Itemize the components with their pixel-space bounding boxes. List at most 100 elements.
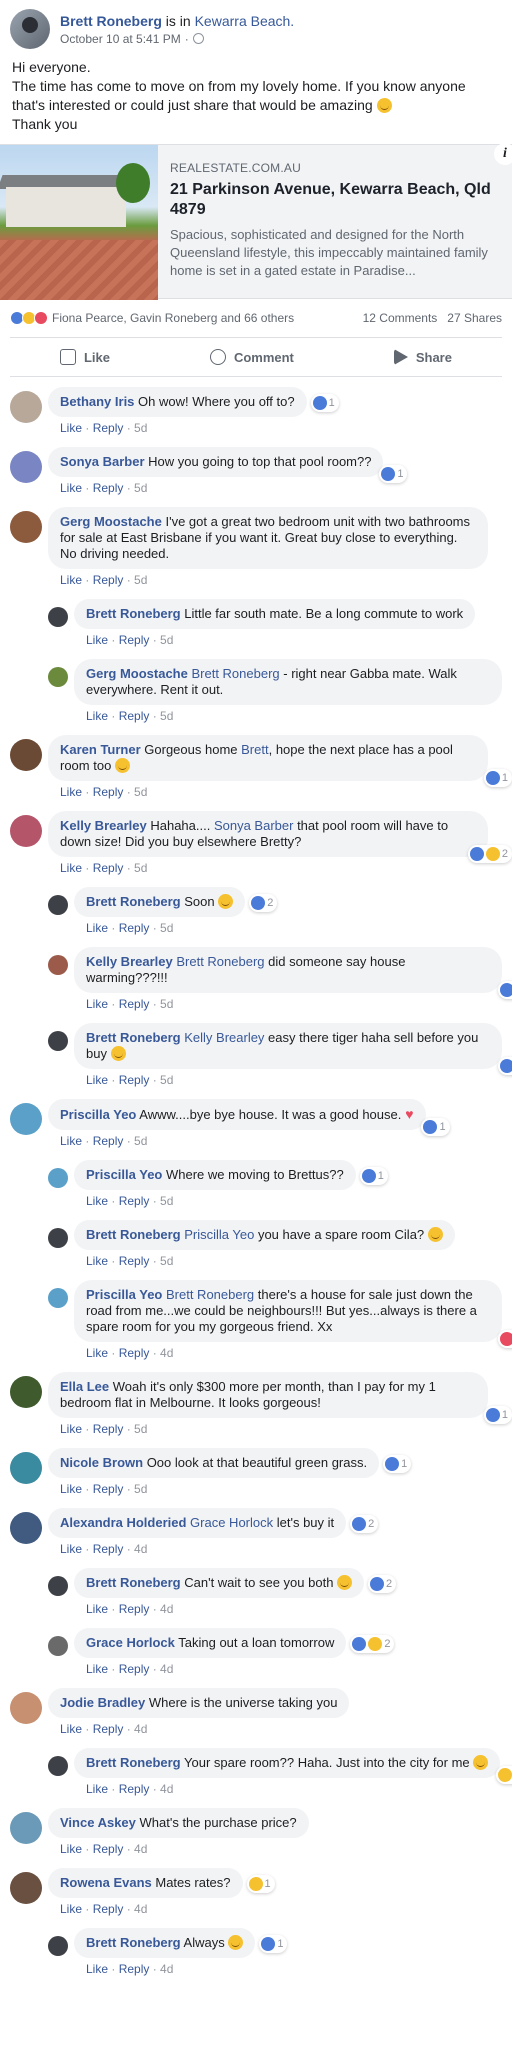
- comment-time[interactable]: 5d: [134, 861, 147, 875]
- comment-like-link[interactable]: Like: [60, 861, 82, 875]
- commenter-avatar[interactable]: [48, 1936, 68, 1956]
- commenter-name[interactable]: Priscilla Yeo: [86, 1287, 162, 1302]
- comment-reply-link[interactable]: Reply: [119, 1782, 150, 1796]
- commenter-name[interactable]: Grace Horlock: [86, 1635, 175, 1650]
- comment-reply-link[interactable]: Reply: [93, 481, 124, 495]
- mention-link[interactable]: Brett Roneberg: [173, 954, 264, 969]
- commenter-name[interactable]: Kelly Brearley: [86, 954, 173, 969]
- location-link[interactable]: Kewarra Beach.: [195, 13, 295, 29]
- comment-time[interactable]: 5d: [160, 997, 173, 1011]
- comment-count[interactable]: 12 Comments: [363, 311, 438, 325]
- commenter-name[interactable]: Gerg Moostache: [86, 666, 188, 681]
- comment-reply-link[interactable]: Reply: [119, 1962, 150, 1976]
- comment-time[interactable]: 4d: [160, 1782, 173, 1796]
- comment-reply-link[interactable]: Reply: [119, 1346, 150, 1360]
- commenter-avatar[interactable]: [48, 667, 68, 687]
- comment-reply-link[interactable]: Reply: [119, 1254, 150, 1268]
- author-avatar[interactable]: [10, 9, 50, 49]
- reaction-badge[interactable]: 1: [379, 465, 408, 483]
- comment-time[interactable]: 5d: [134, 1134, 147, 1148]
- commenter-avatar[interactable]: [10, 391, 42, 423]
- reaction-badge[interactable]: 1: [496, 1766, 512, 1784]
- comment-reply-link[interactable]: Reply: [119, 1073, 150, 1087]
- commenter-avatar[interactable]: [10, 1512, 42, 1544]
- mention-link[interactable]: Brett Roneberg: [162, 1287, 254, 1302]
- comment-like-link[interactable]: Like: [86, 1602, 108, 1616]
- comment-reply-link[interactable]: Reply: [93, 1842, 124, 1856]
- link-title[interactable]: 21 Parkinson Avenue, Kewarra Beach, Qld …: [170, 180, 502, 220]
- commenter-avatar[interactable]: [48, 1168, 68, 1188]
- commenter-name[interactable]: Rowena Evans: [60, 1875, 152, 1890]
- reaction-badge[interactable]: 1: [359, 1166, 388, 1185]
- comment-like-link[interactable]: Like: [60, 1542, 82, 1556]
- commenter-name[interactable]: Nicole Brown: [60, 1455, 143, 1470]
- post-timestamp[interactable]: October 10 at 5:41 PM: [60, 32, 181, 46]
- commenter-name[interactable]: Brett Roneberg: [86, 1755, 181, 1770]
- commenter-avatar[interactable]: [10, 815, 42, 847]
- comment-time[interactable]: 4d: [160, 1962, 173, 1976]
- info-icon[interactable]: i: [494, 143, 512, 165]
- comment-reply-link[interactable]: Reply: [119, 633, 150, 647]
- reaction-people[interactable]: Fiona Pearce, Gavin Roneberg and 66 othe…: [52, 311, 294, 325]
- comment-reply-link[interactable]: Reply: [93, 785, 124, 799]
- comment-time[interactable]: 5d: [134, 573, 147, 587]
- comment-time[interactable]: 5d: [134, 1422, 147, 1436]
- comment-like-link[interactable]: Like: [86, 633, 108, 647]
- commenter-avatar[interactable]: [48, 1636, 68, 1656]
- mention-link[interactable]: Kelly Brearley: [181, 1030, 264, 1045]
- comment-time[interactable]: 5d: [160, 633, 173, 647]
- comment-like-link[interactable]: Like: [86, 1194, 108, 1208]
- mention-link[interactable]: Priscilla Yeo: [181, 1227, 254, 1242]
- comment-time[interactable]: 5d: [160, 1254, 173, 1268]
- commenter-name[interactable]: Brett Roneberg: [86, 606, 181, 621]
- reaction-badge[interactable]: 1: [246, 1874, 275, 1893]
- comment-like-link[interactable]: Like: [86, 1073, 108, 1087]
- commenter-avatar[interactable]: [10, 739, 42, 771]
- commenter-avatar[interactable]: [48, 1228, 68, 1248]
- comment-reply-link[interactable]: Reply: [119, 997, 150, 1011]
- comment-reply-link[interactable]: Reply: [93, 1134, 124, 1148]
- mention-link[interactable]: Sonya Barber: [214, 818, 294, 833]
- commenter-avatar[interactable]: [48, 955, 68, 975]
- commenter-name[interactable]: Brett Roneberg: [86, 1227, 181, 1242]
- commenter-name[interactable]: Brett Roneberg: [86, 1935, 181, 1950]
- commenter-avatar[interactable]: [48, 1576, 68, 1596]
- comment-reply-link[interactable]: Reply: [119, 1662, 150, 1676]
- comment-time[interactable]: 5d: [160, 1073, 173, 1087]
- commenter-avatar[interactable]: [48, 895, 68, 915]
- comment-time[interactable]: 4d: [134, 1902, 147, 1916]
- comment-time[interactable]: 5d: [160, 709, 173, 723]
- commenter-name[interactable]: Sonya Barber: [60, 454, 145, 469]
- comment-time[interactable]: 5d: [134, 785, 147, 799]
- comment-like-link[interactable]: Like: [86, 997, 108, 1011]
- commenter-name[interactable]: Brett Roneberg: [86, 1030, 181, 1045]
- comment-like-link[interactable]: Like: [60, 1482, 82, 1496]
- comment-like-link[interactable]: Like: [60, 573, 82, 587]
- comment-time[interactable]: 4d: [134, 1542, 147, 1556]
- comment-time[interactable]: 5d: [160, 1194, 173, 1208]
- mention-link[interactable]: Grace Horlock: [186, 1515, 273, 1530]
- like-button[interactable]: Like: [59, 349, 110, 365]
- comment-like-link[interactable]: Like: [60, 785, 82, 799]
- comment-time[interactable]: 4d: [160, 1662, 173, 1676]
- reaction-badge[interactable]: 2: [350, 1634, 395, 1653]
- comment-reply-link[interactable]: Reply: [93, 861, 124, 875]
- commenter-name[interactable]: Gerg Moostache: [60, 514, 162, 529]
- comment-like-link[interactable]: Like: [60, 1422, 82, 1436]
- comment-reply-link[interactable]: Reply: [93, 421, 124, 435]
- comment-like-link[interactable]: Like: [60, 421, 82, 435]
- comment-like-link[interactable]: Like: [60, 1134, 82, 1148]
- commenter-avatar[interactable]: [10, 1452, 42, 1484]
- comment-like-link[interactable]: Like: [60, 1842, 82, 1856]
- commenter-avatar[interactable]: [10, 511, 42, 543]
- commenter-avatar[interactable]: [10, 1376, 42, 1408]
- link-preview[interactable]: REALESTATE.COM.AU 21 Parkinson Avenue, K…: [0, 143, 512, 300]
- commenter-name[interactable]: Vince Askey: [60, 1815, 136, 1830]
- comment-time[interactable]: 5d: [134, 481, 147, 495]
- comment-time[interactable]: 4d: [134, 1842, 147, 1856]
- comment-time[interactable]: 5d: [134, 1482, 147, 1496]
- comment-like-link[interactable]: Like: [60, 1902, 82, 1916]
- reaction-badge[interactable]: 2: [249, 893, 278, 912]
- comment-like-link[interactable]: Like: [86, 1962, 108, 1976]
- share-count[interactable]: 27 Shares: [447, 311, 502, 325]
